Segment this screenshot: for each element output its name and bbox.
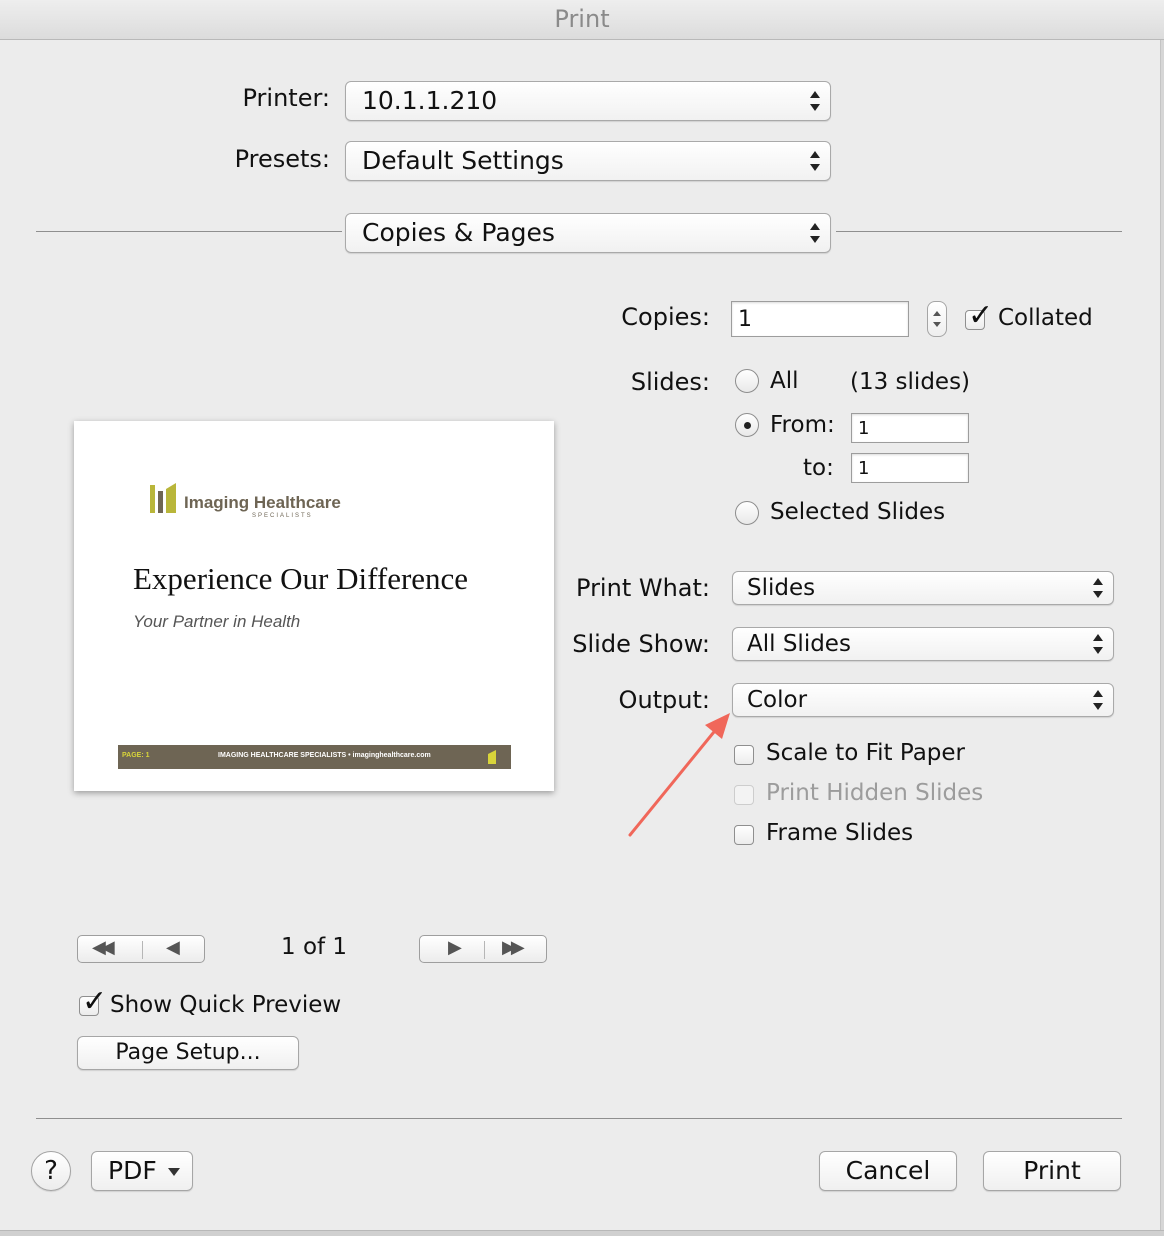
copies-label: Copies: (621, 303, 710, 331)
last-page-icon[interactable]: ▶▶ (502, 937, 525, 958)
page-indicator: 1 of 1 (281, 934, 348, 960)
slides-selected-label: Selected Slides (770, 499, 946, 525)
printer-label: Printer: (242, 84, 330, 112)
preview-footer-page: PAGE: 1 (122, 752, 150, 759)
bottom-separator (36, 1118, 1122, 1119)
slide-preview: Imaging Healthcare SPECIALISTS Experienc… (74, 421, 554, 791)
hidden-slides-label: Print Hidden Slides (766, 780, 984, 806)
slides-to-field[interactable]: 1 (851, 453, 969, 483)
preview-footer-bar: PAGE: 1 IMAGING HEALTHCARE SPECIALISTS •… (118, 745, 511, 769)
updown-arrows-icon (1093, 577, 1103, 599)
window-bottom-edge (0, 1230, 1164, 1236)
frame-label: Frame Slides (766, 820, 914, 846)
section-value: Copies & Pages (362, 218, 555, 247)
help-button[interactable]: ? (31, 1151, 71, 1191)
output-value: Color (747, 687, 808, 713)
print-button[interactable]: Print (983, 1151, 1121, 1191)
presets-popup[interactable]: Default Settings (345, 141, 831, 181)
section-popup[interactable]: Copies & Pages (345, 213, 831, 253)
page-setup-button[interactable]: Page Setup... (77, 1036, 299, 1070)
separator-right (836, 231, 1122, 232)
logo-subtext: SPECIALISTS (252, 513, 313, 519)
annotation-arrow (628, 713, 730, 837)
logo-text: Imaging Healthcare (184, 493, 341, 512)
slide-show-value: All Slides (747, 631, 851, 657)
print-what-popup[interactable]: Slides (732, 571, 1114, 605)
collated-label: Collated (998, 305, 1093, 331)
slides-from-radio[interactable] (735, 413, 759, 437)
print-what-value: Slides (747, 575, 816, 601)
pager-separator (484, 941, 485, 959)
updown-arrows-icon (810, 222, 820, 244)
slides-label: Slides: (630, 368, 710, 396)
next-page-icon[interactable]: ▶ (448, 937, 462, 958)
updown-arrows-icon (810, 150, 820, 172)
updown-arrows-icon (1093, 633, 1103, 655)
slides-from-label: From: (770, 412, 835, 438)
slides-selected-radio[interactable] (735, 501, 759, 525)
printer-value: 10.1.1.210 (362, 86, 498, 115)
preview-title: Experience Our Difference (133, 561, 469, 596)
updown-arrows-icon (810, 90, 820, 112)
quick-preview-label: Show Quick Preview (110, 992, 342, 1018)
previous-page-icon[interactable]: ◀ (166, 937, 180, 958)
checkmark-icon: ✓ (968, 298, 994, 333)
presets-label: Presets: (234, 145, 330, 173)
chevron-down-icon (168, 1168, 180, 1176)
cancel-button[interactable]: Cancel (819, 1151, 957, 1191)
footer-logo-icon (488, 750, 496, 764)
presets-value: Default Settings (362, 146, 564, 175)
slides-count: (13 slides) (850, 369, 971, 395)
pager-separator (142, 941, 143, 959)
window-right-edge (1160, 40, 1164, 1236)
printer-popup[interactable]: 10.1.1.210 (345, 81, 831, 121)
slides-from-field[interactable]: 1 (851, 413, 969, 443)
print-what-label: Print What: (576, 574, 710, 602)
radio-dot-icon (744, 422, 751, 429)
pdf-label: PDF (108, 1156, 157, 1185)
window-title: Print (0, 0, 1164, 40)
slides-to-label: to: (803, 455, 834, 481)
pdf-menu-button[interactable]: PDF (91, 1151, 193, 1191)
separator-left (36, 231, 342, 232)
pager-forward-group: ▶ ▶▶ (419, 935, 547, 963)
updown-arrows-icon (1093, 689, 1103, 711)
first-page-icon[interactable]: ◀◀ (92, 937, 115, 958)
checkmark-icon: ✓ (82, 984, 108, 1019)
quick-preview-checkbox[interactable]: ✓ (79, 987, 107, 1017)
slide-show-label: Slide Show: (572, 630, 710, 658)
output-popup[interactable]: Color (732, 683, 1114, 717)
slides-all-radio[interactable] (735, 369, 759, 393)
scale-label: Scale to Fit Paper (766, 740, 966, 766)
slides-all-label: All (770, 368, 799, 394)
collated-checkbox[interactable]: ✓ (965, 301, 993, 331)
preview-footer-text: IMAGING HEALTHCARE SPECIALISTS • imaging… (218, 752, 431, 759)
slide-show-popup[interactable]: All Slides (732, 627, 1114, 661)
pager-back-group: ◀◀ ◀ (77, 935, 205, 963)
logo-mark-icon (150, 483, 176, 513)
copies-field[interactable]: 1 (731, 301, 909, 337)
copies-stepper[interactable] (927, 301, 947, 337)
preview-subtitle: Your Partner in Health (133, 612, 301, 631)
